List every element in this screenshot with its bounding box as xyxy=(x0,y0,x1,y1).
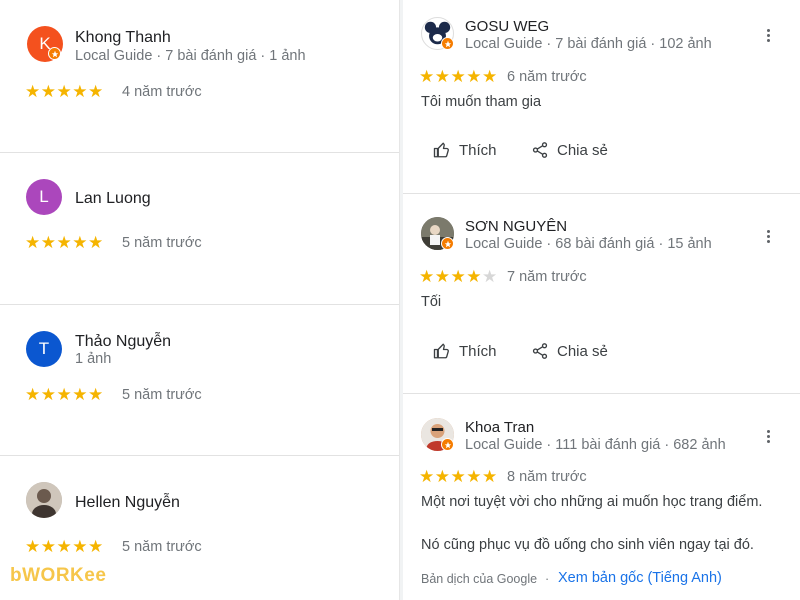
avatar[interactable]: T xyxy=(26,331,62,367)
share-button[interactable]: Chia sẻ xyxy=(531,141,608,159)
divider xyxy=(403,193,800,194)
like-button[interactable]: Thích xyxy=(433,342,497,360)
reviewer-name[interactable]: Khong Thanh xyxy=(75,29,171,47)
avatar[interactable]: L xyxy=(26,179,62,215)
review-time: 6 năm trước xyxy=(507,69,587,85)
avatar-letter: L xyxy=(39,187,49,206)
divider xyxy=(0,455,399,456)
divider xyxy=(0,152,399,153)
review-text: Một nơi tuyệt vời cho những ai muốn học … xyxy=(421,494,763,510)
star-rating: ★★★★★ xyxy=(419,467,498,486)
star-rating: ★★★★★ xyxy=(419,267,498,286)
reviewer-name[interactable]: Hellen Nguyễn xyxy=(75,494,180,512)
logo-text-suffix: ee xyxy=(84,565,107,586)
star-rating: ★★★★★ xyxy=(25,82,104,101)
reviewer-meta: 1 ảnh xyxy=(75,351,112,367)
reviewer-meta: Local Guide · 68 bài đánh giá · 15 ảnh xyxy=(465,236,712,252)
reviewer-name[interactable]: GOSU WEG xyxy=(465,18,549,35)
more-vert-icon[interactable] xyxy=(761,426,775,446)
logo-text: bWORK xyxy=(10,565,85,586)
like-label: Thích xyxy=(459,141,497,159)
translation-separator: · xyxy=(545,572,550,586)
review-text: Tối xyxy=(421,294,442,310)
bworkee-logo: bWORKee xyxy=(10,565,106,587)
view-original-link[interactable]: Xem bản gốc (Tiếng Anh) xyxy=(558,570,722,586)
review-text-paragraph-2: Nó cũng phục vụ đồ uống cho sinh viên ng… xyxy=(421,537,754,553)
review-time: 5 năm trước xyxy=(122,235,202,251)
star-rating: ★★★★★ xyxy=(419,67,498,86)
divider xyxy=(0,304,399,305)
review-time: 5 năm trước xyxy=(122,539,202,555)
star-rating: ★★★★★ xyxy=(25,537,104,556)
left-review-column: K Khong Thanh Local Guide · 7 bài đánh g… xyxy=(0,0,400,600)
review-time: 5 năm trước xyxy=(122,387,202,403)
local-guide-badge-icon xyxy=(48,47,61,60)
reviewer-meta: Local Guide · 7 bài đánh giá · 102 ảnh xyxy=(465,36,712,52)
reviewer-meta: Local Guide · 7 bài đánh giá · 1 ảnh xyxy=(75,48,306,64)
reviewer-name[interactable]: Lan Luong xyxy=(75,190,151,208)
share-label: Chia sẻ xyxy=(557,141,608,159)
share-icon xyxy=(532,142,548,158)
review-text: Tôi muốn tham gia xyxy=(421,94,542,110)
share-icon xyxy=(532,343,548,359)
local-guide-badge-icon xyxy=(441,237,454,250)
divider xyxy=(403,393,800,394)
reviewer-name[interactable]: SƠN NGUYÊN xyxy=(465,218,567,235)
thumb-up-icon xyxy=(433,343,449,359)
thumb-up-icon xyxy=(433,142,449,158)
like-button[interactable]: Thích xyxy=(433,141,497,159)
avatar-photo[interactable] xyxy=(26,482,62,518)
local-guide-badge-icon xyxy=(441,438,454,451)
share-button[interactable]: Chia sẻ xyxy=(531,342,608,360)
review-time: 4 năm trước xyxy=(122,84,202,100)
reviewer-name[interactable]: Khoa Tran xyxy=(465,419,534,436)
more-vert-icon[interactable] xyxy=(761,25,775,45)
reviewer-meta: Local Guide · 111 bài đánh giá · 682 ảnh xyxy=(465,437,726,453)
more-vert-icon[interactable] xyxy=(761,226,775,246)
local-guide-badge-icon xyxy=(441,37,454,50)
star-rating: ★★★★★ xyxy=(25,385,104,404)
star-rating: ★★★★★ xyxy=(25,233,104,252)
translation-label: Bản dịch của Google xyxy=(421,572,538,586)
right-review-column: GOSU WEG Local Guide · 7 bài đánh giá · … xyxy=(403,0,800,600)
review-time: 8 năm trước xyxy=(507,469,587,485)
like-label: Thích xyxy=(459,342,497,360)
share-label: Chia sẻ xyxy=(557,342,608,360)
avatar-letter: T xyxy=(38,339,50,358)
review-time: 7 năm trước xyxy=(507,269,587,285)
reviewer-name[interactable]: Thảo Nguyễn xyxy=(75,333,171,351)
